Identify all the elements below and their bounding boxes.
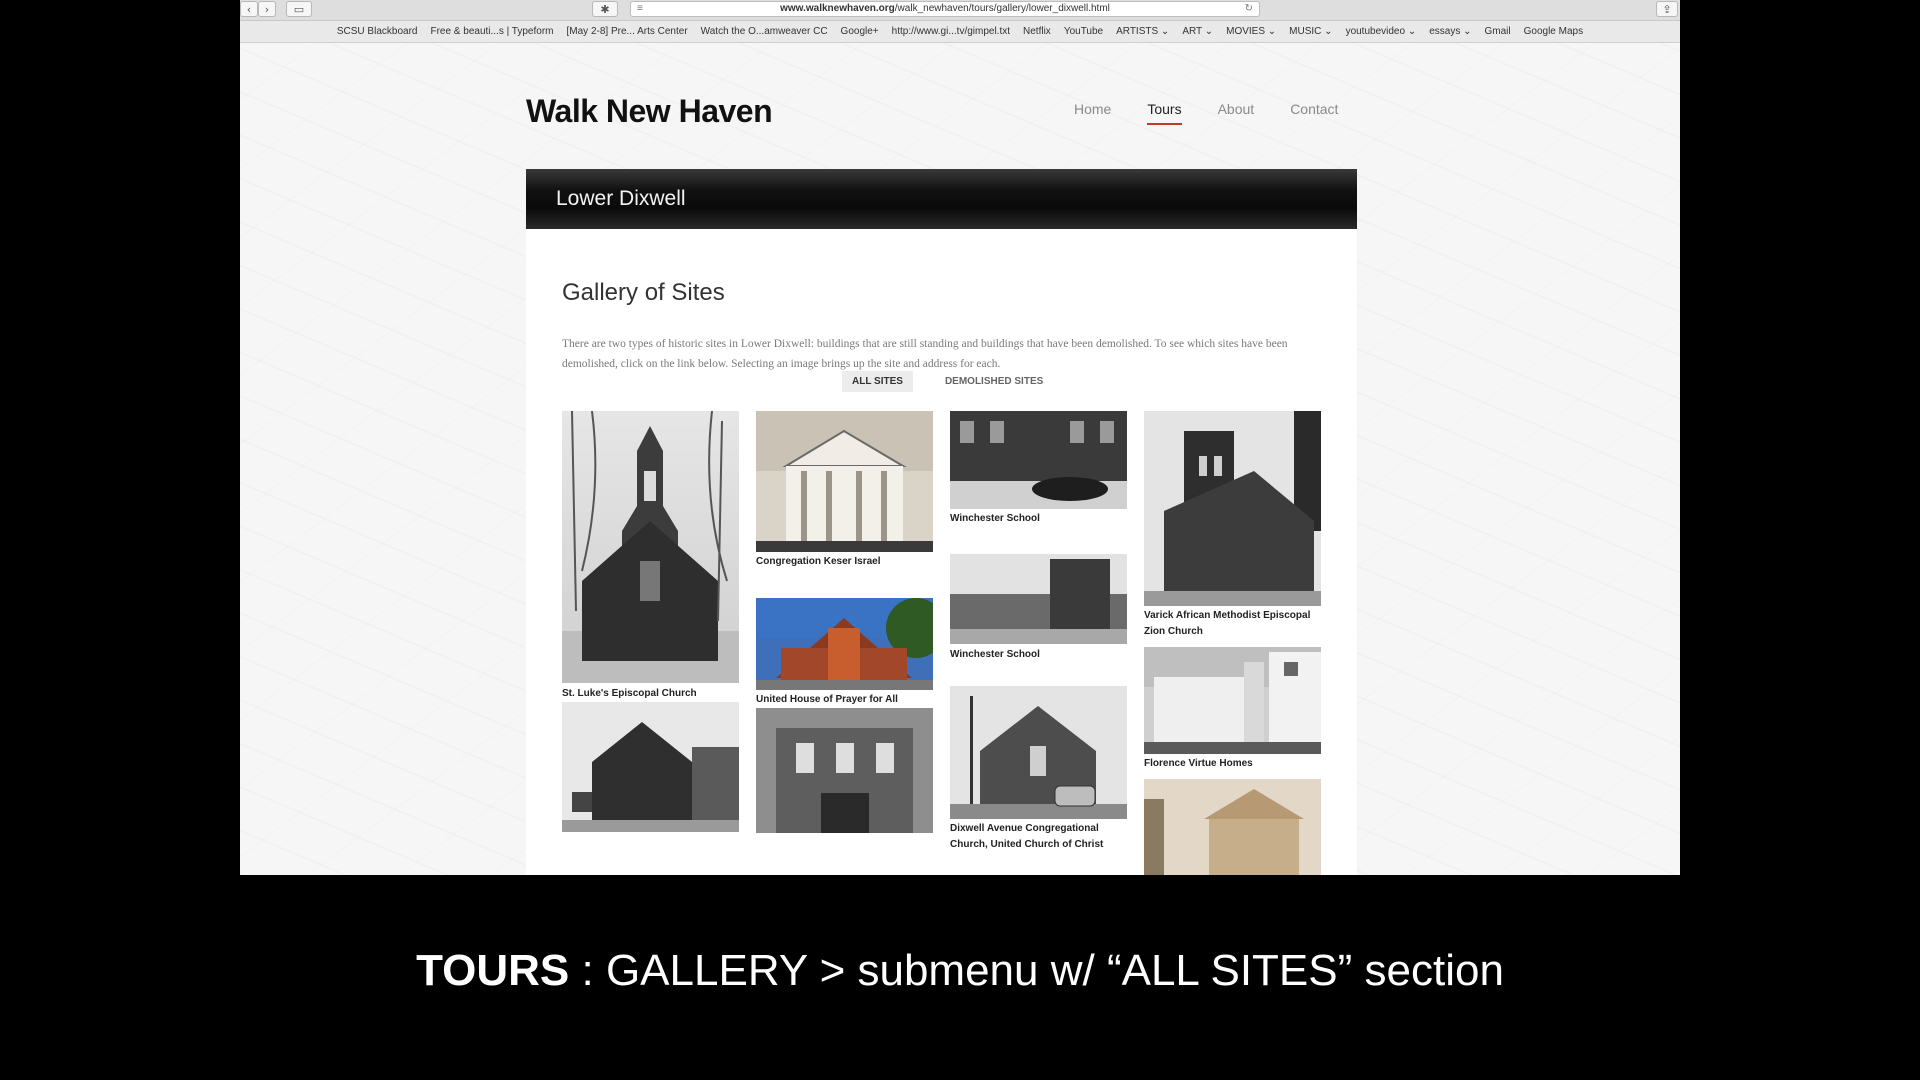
nav-home[interactable]: Home — [1074, 101, 1111, 117]
gallery-caption: Winchester School — [950, 513, 1040, 524]
winchester-school-modern-photo[interactable] — [950, 554, 1127, 644]
gallery-caption: Winchester School — [950, 649, 1040, 660]
bookmark-item[interactable]: Free & beauti...s | Typeform — [430, 26, 553, 37]
gallery-caption: Dixwell Avenue Congregational Church, Un… — [950, 823, 1104, 850]
bookmark-item[interactable]: Gmail — [1485, 26, 1511, 37]
bookmark-item[interactable]: Watch the O...amweaver CC — [701, 26, 828, 37]
filter-demolished-sites[interactable]: DEMOLISHED SITES — [935, 371, 1053, 392]
gallery-intro-text: There are two types of historic sites in… — [562, 338, 1288, 370]
bookmark-item[interactable]: MOVIES ⌄ — [1226, 26, 1276, 37]
varick-ame-zion-photo[interactable] — [1144, 411, 1321, 606]
filter-all-sites[interactable]: ALL SITES — [842, 371, 913, 392]
browser-toolbar: ‹ › ▭ ✱ ≡ www.walknewhaven.org/walk_newh… — [240, 0, 1680, 21]
back-button[interactable]: ‹ — [240, 1, 258, 17]
address-bar[interactable]: ≡ www.walknewhaven.org/walk_newhaven/tou… — [630, 1, 1260, 17]
st-lukes-church-photo[interactable] — [562, 411, 739, 683]
gallery-caption: St. Luke's Episcopal Church — [562, 688, 697, 699]
church-photo[interactable] — [562, 702, 739, 832]
nav-tours[interactable]: Tours — [1147, 101, 1182, 125]
url-text: www.walknewhaven.org/walk_newhaven/tours… — [780, 3, 1110, 14]
gallery-filters: ALL SITES DEMOLISHED SITES — [842, 371, 1053, 392]
bookmark-item[interactable]: YouTube — [1064, 26, 1103, 37]
house-photo[interactable] — [1144, 779, 1321, 875]
presentation-slide: ‹ › ▭ ✱ ≡ www.walknewhaven.org/walk_newh… — [240, 0, 1680, 1080]
keser-israel-photo[interactable] — [756, 411, 933, 552]
bookmark-item[interactable]: ARTISTS ⌄ — [1116, 26, 1169, 37]
bookmark-item[interactable]: MUSIC ⌄ — [1289, 26, 1332, 37]
page-banner: Lower Dixwell — [526, 169, 1357, 229]
bookmark-item[interactable]: ART ⌄ — [1182, 26, 1213, 37]
bookmark-item[interactable]: [May 2-8] Pre... Arts Center — [567, 26, 688, 37]
gallery-caption: Varick African Methodist Episcopal Zion … — [1144, 610, 1311, 637]
bookmark-item[interactable]: Netflix — [1023, 26, 1051, 37]
bookmark-item[interactable]: essays ⌄ — [1429, 26, 1471, 37]
reload-icon[interactable]: ↻ — [1245, 2, 1253, 16]
forward-button[interactable]: › — [258, 1, 276, 17]
share-button[interactable]: ⇪ — [1656, 1, 1678, 17]
bookmark-item[interactable]: Google Maps — [1524, 26, 1583, 37]
slide-caption: TOURS : GALLERY > submenu w/ “ALL SITES”… — [416, 946, 1504, 995]
bookmark-item[interactable]: youtubevideo ⌄ — [1346, 26, 1417, 37]
extension-icon[interactable]: ✱ — [592, 1, 618, 17]
gallery-caption: Congregation Keser Israel — [756, 556, 881, 567]
nav-about[interactable]: About — [1218, 101, 1255, 117]
bookmarks-bar: SCSU Blackboard Free & beauti...s | Typef… — [240, 21, 1680, 43]
gallery-content: Gallery of Sites There are two types of … — [526, 229, 1357, 875]
bookmark-item[interactable]: Google+ — [841, 26, 879, 37]
dixwell-congregational-photo[interactable] — [950, 686, 1127, 819]
gallery-heading: Gallery of Sites — [562, 279, 725, 306]
nav-contact[interactable]: Contact — [1290, 101, 1338, 117]
winchester-school-photo[interactable] — [950, 411, 1127, 509]
bookmark-item[interactable]: http://www.gi...tv/gimpel.txt — [892, 26, 1010, 37]
united-house-photo[interactable] — [756, 598, 933, 690]
site-title[interactable]: Walk New Haven — [526, 93, 773, 130]
browser-window: ‹ › ▭ ✱ ≡ www.walknewhaven.org/walk_newh… — [240, 0, 1680, 875]
brick-building-photo[interactable] — [756, 708, 933, 833]
gallery-caption: Florence Virtue Homes — [1144, 758, 1253, 769]
bookmark-item[interactable]: SCSU Blackboard — [337, 26, 418, 37]
web-page: Walk New Haven Home Tours About Contact Low… — [240, 43, 1680, 875]
sidebar-toggle-button[interactable]: ▭ — [286, 1, 312, 17]
florence-virtue-homes-photo[interactable] — [1144, 647, 1321, 754]
main-nav: Home Tours About Contact — [1074, 101, 1338, 125]
